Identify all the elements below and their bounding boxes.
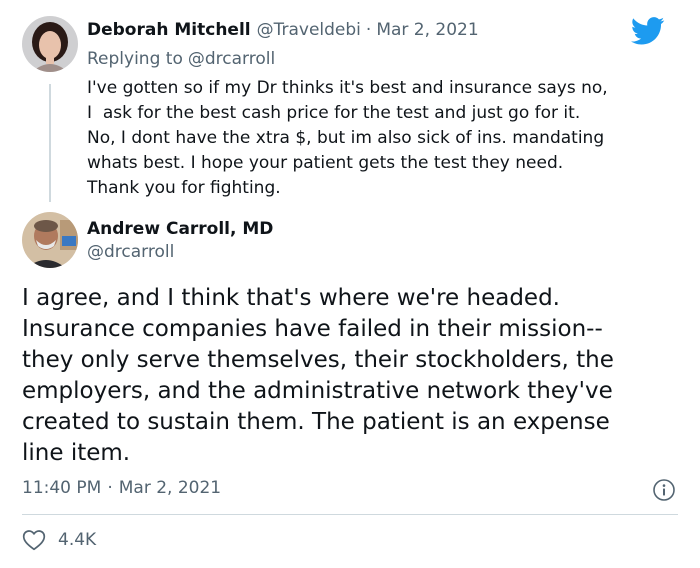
main-line: I agree, and I think that's where we're … bbox=[22, 285, 560, 311]
main-line: created to sustain them. The patient is … bbox=[22, 409, 610, 435]
main-header: Andrew Carroll, MD bbox=[87, 216, 273, 242]
main-line: they only serve themselves, their stockh… bbox=[22, 347, 614, 373]
thread-line bbox=[49, 84, 51, 202]
timestamp-separator: · bbox=[107, 478, 113, 498]
main-line: line item. bbox=[22, 440, 131, 466]
reply-date[interactable]: Mar 2, 2021 bbox=[376, 20, 478, 40]
reply-author-name[interactable]: Deborah Mitchell bbox=[87, 20, 251, 40]
reply-line: whats best. I hope your patient gets the… bbox=[87, 153, 564, 173]
replying-to-label: Replying to bbox=[87, 49, 183, 69]
like-action[interactable]: 4.4K bbox=[22, 527, 96, 553]
reply-line: I ask for the best cash price for the te… bbox=[87, 103, 581, 123]
like-count: 4.4K bbox=[58, 530, 97, 550]
reply-line: Thank you for fighting. bbox=[87, 178, 281, 198]
replying-to-handle[interactable]: @drcarroll bbox=[188, 49, 275, 69]
main-author-name[interactable]: Andrew Carroll, MD bbox=[87, 219, 273, 239]
avatar-andrew[interactable] bbox=[22, 212, 78, 268]
reply-header: Deborah Mitchell @Traveldebi · Mar 2, 20… bbox=[87, 17, 479, 43]
info-icon[interactable] bbox=[652, 478, 676, 502]
timestamp-row: 11:40 PM · Mar 2, 2021 bbox=[22, 476, 221, 500]
main-line: Insurance companies have failed in their… bbox=[22, 316, 603, 342]
avatar-deborah[interactable] bbox=[22, 16, 78, 72]
twitter-bird-icon bbox=[630, 17, 665, 47]
main-tweet-text: I agree, and I think that's where we're … bbox=[22, 283, 682, 469]
main-author-handle[interactable]: @drcarroll bbox=[87, 242, 174, 262]
reply-line: I've gotten so if my Dr thinks it's best… bbox=[87, 78, 608, 98]
reply-header-separator: · bbox=[365, 20, 372, 40]
reply-tweet-text: I've gotten so if my Dr thinks it's best… bbox=[87, 76, 687, 201]
tweet-time[interactable]: 11:40 PM bbox=[22, 478, 101, 498]
heart-icon[interactable] bbox=[22, 529, 46, 551]
main-handle-row: @drcarroll bbox=[87, 240, 174, 264]
reply-line: No, I dont have the xtra $, but im also … bbox=[87, 128, 605, 148]
replying-to: Replying to @drcarroll bbox=[87, 46, 275, 72]
divider bbox=[22, 514, 678, 515]
reply-author-handle[interactable]: @Traveldebi bbox=[257, 20, 361, 40]
main-line: employers, and the administrative networ… bbox=[22, 378, 613, 404]
tweet-date[interactable]: Mar 2, 2021 bbox=[119, 478, 221, 498]
